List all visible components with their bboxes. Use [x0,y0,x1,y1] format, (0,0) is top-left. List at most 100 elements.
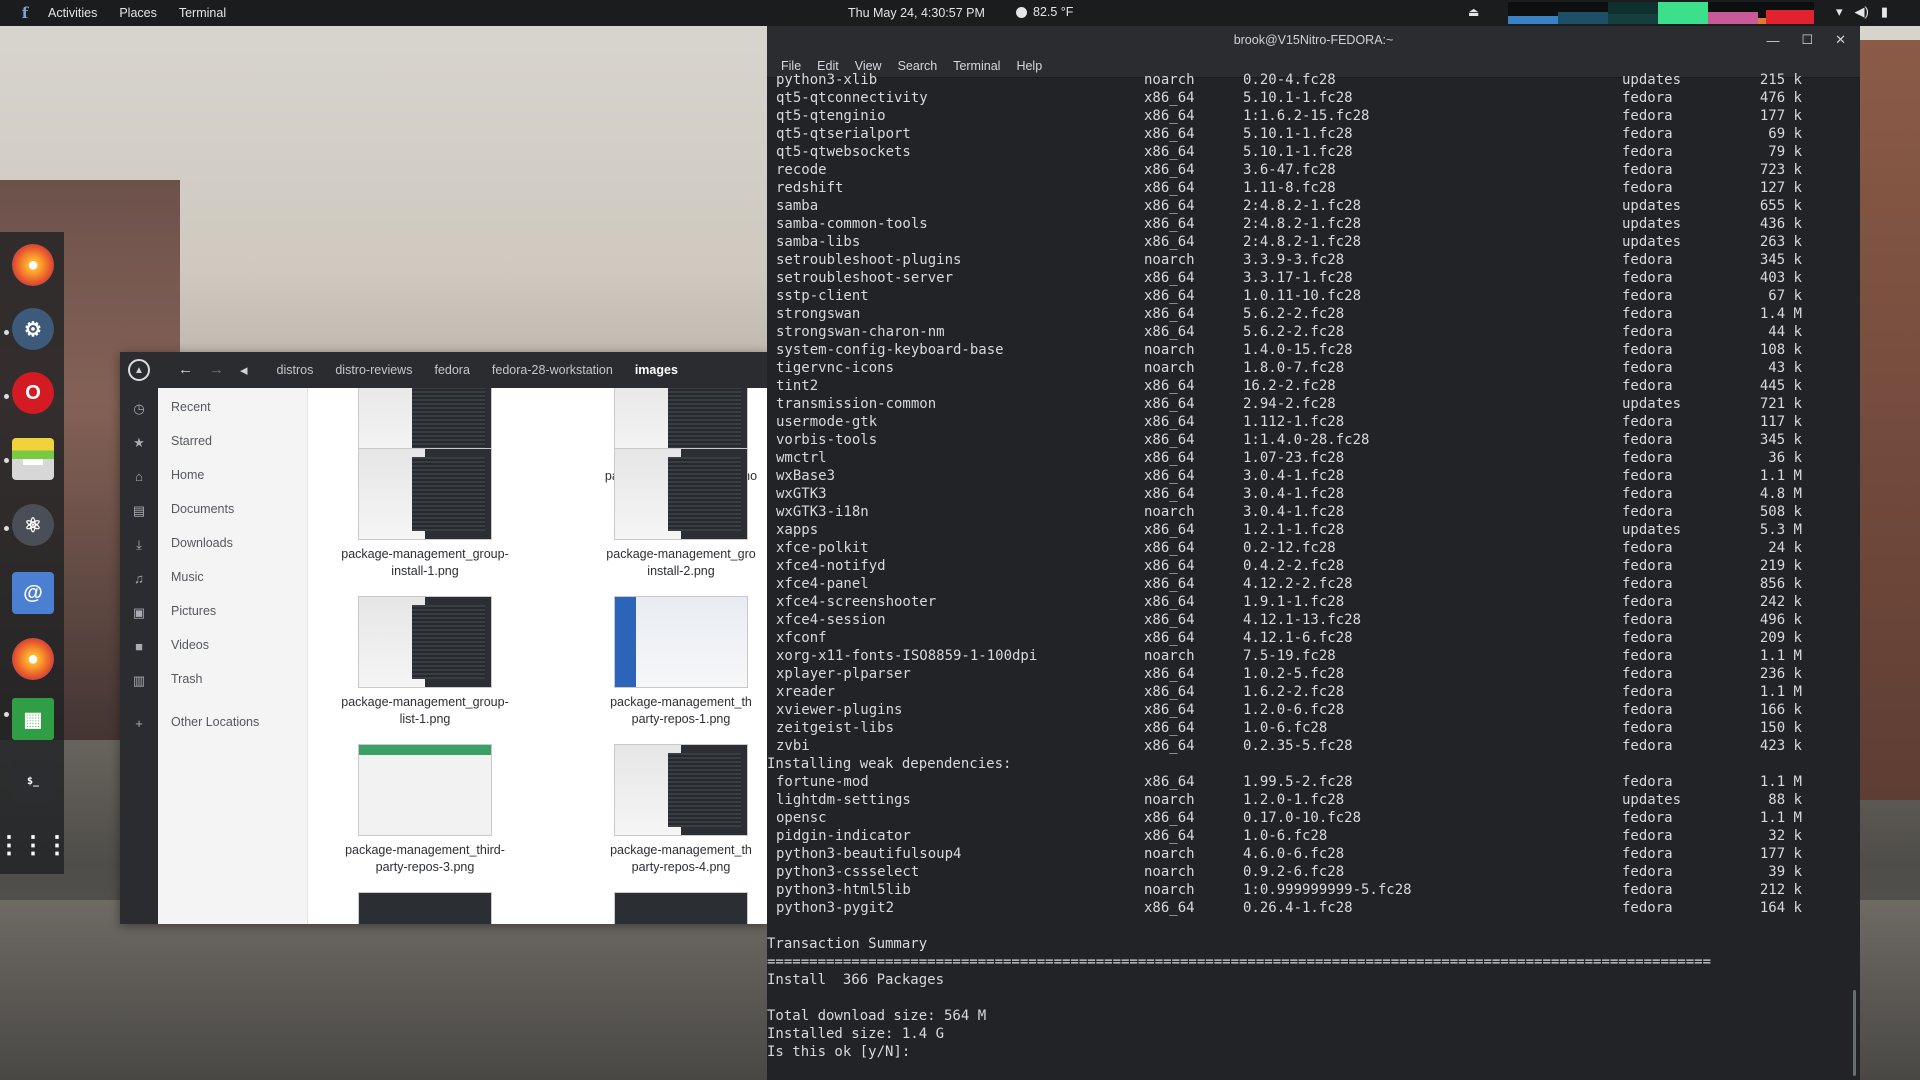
package-repo: fedora [1622,414,1673,430]
file-name[interactable]: package-management_third-party-repos-3.p… [325,842,525,876]
menu-search[interactable]: Search [898,59,938,73]
system-monitor-graph[interactable] [1508,2,1814,24]
dock-running-indicator [4,712,9,717]
firefox-icon[interactable]: ● [12,244,54,286]
file-thumbnail[interactable] [358,892,492,924]
sidebar-item[interactable]: Trash [171,672,203,686]
package-repo: updates [1622,234,1682,250]
close-icon[interactable]: ✕ [1835,32,1846,48]
menu-file[interactable]: File [781,59,801,73]
package-arch: x86_64 [1144,684,1195,700]
atom-icon[interactable]: ⚛ [12,504,54,546]
file-thumbnail[interactable] [614,744,748,836]
file-name[interactable]: package-management_group-list-1.png [325,694,525,728]
package-row: usermode-gtk x86_64 1.112-1.fc28 fedora 117 … [767,414,1860,432]
menu-help[interactable]: Help [1016,59,1042,73]
minimize-icon[interactable]: — [1766,33,1779,48]
menu-edit[interactable]: Edit [817,59,839,73]
package-arch: x86_64 [1144,144,1195,160]
spreadsheet-icon[interactable]: ▦ [12,698,54,740]
sidebar-item[interactable]: Videos [171,638,209,652]
breadcrumb-item[interactable]: distros [266,363,325,377]
breadcrumb-item[interactable]: images [624,363,689,377]
weather-indicator[interactable]: 82.5 °F [1016,5,1073,19]
package-size: 1.1 M [1759,684,1802,700]
package-size: 67 k [1768,288,1802,304]
sidebar-item[interactable]: Documents [171,502,234,516]
status-area[interactable]: ▾ ◀) ▮ [1836,4,1888,20]
package-size: 44 k [1768,324,1802,340]
package-name: python3-cssselect [776,864,920,880]
activities-button[interactable]: Activities [48,6,97,20]
file-name[interactable]: package-management_th party-repos-4.png [581,842,768,876]
package-size: 1.4 M [1759,306,1802,322]
package-row: xfce-polkit x86_64 0.2-12.fc28 fedora 24 k [767,540,1860,558]
eject-icon[interactable]: ⏏ [1468,5,1479,19]
breadcrumb-item[interactable]: fedora [423,363,480,377]
file-thumbnail[interactable] [358,744,492,836]
package-version: 3.0.4-1.fc28 [1243,504,1345,520]
package-row: sstp-client x86_64 1.0.11-10.fc28 fedora 67 … [767,288,1860,306]
package-row: xapps x86_64 1.2.1-1.fc28 updates 5.3 M [767,522,1860,540]
app-icon[interactable]: ▲ [120,352,158,388]
package-row: python3-html5lib noarch 1:0.999999999-5.fc… [767,882,1860,900]
file-thumbnail[interactable] [614,892,748,924]
package-repo: fedora [1622,738,1673,754]
dock-running-indicator [4,458,9,463]
opera-icon[interactable]: O [12,372,54,414]
sidebar-item[interactable]: Home [171,468,204,482]
package-row: qt5-qtconnectivity x86_64 5.10.1-1.fc28 fed… [767,90,1860,108]
package-name: xorg-x11-fonts-ISO8859-1-100dpi [776,648,1038,664]
scrollbar[interactable] [1853,990,1856,1076]
home-icon: ⌂ [135,469,143,484]
terminal-output[interactable]: python3-xlib noarch 0.20-4.fc28 updates 215 … [767,72,1860,1080]
fedora-logo-icon[interactable]: f [12,0,38,26]
terminal-icon[interactable]: $_ [12,760,54,802]
file-name[interactable]: package-management_th party-repos-1.png [581,694,768,728]
terminal-app-menu[interactable]: Terminal [179,6,226,20]
package-arch: x86_64 [1144,558,1195,574]
file-thumbnail[interactable] [614,596,748,688]
package-row: setroubleshoot-server x86_64 3.3.17-1.fc28… [767,270,1860,288]
sidebar-item[interactable]: Starred [171,434,212,448]
package-name: python3-pygit2 [776,900,895,916]
mail-icon[interactable]: @ [12,572,54,614]
package-size: 1.1 M [1759,648,1802,664]
file-thumbnail[interactable] [614,448,748,540]
settings-icon[interactable]: ⚙ [12,308,54,350]
package-version: 5.6.2-2.fc28 [1243,324,1345,340]
package-repo: updates [1622,792,1682,808]
package-row: xviewer-plugins x86_64 1.2.0-6.fc28 fedora 1… [767,702,1860,720]
package-repo: fedora [1622,558,1673,574]
forward-button[interactable]: → [209,361,224,379]
file-name-line: party-repos-3.png [375,860,475,874]
file-thumbnail[interactable] [358,448,492,540]
app-grid-icon[interactable]: ⋮⋮⋮ [0,824,69,866]
sidebar-item[interactable]: Music [171,570,204,584]
package-version: 3.0.4-1.fc28 [1243,468,1345,484]
clock[interactable]: Thu May 24, 4:30:57 PM [848,6,985,20]
sidebar-item[interactable]: Recent [171,400,211,414]
file-name[interactable]: package-management_group-install-1.png [325,546,525,580]
file-thumbnail[interactable] [358,596,492,688]
package-size: 219 k [1759,558,1802,574]
breadcrumb-left-button[interactable]: ◂ [240,361,248,379]
back-button[interactable]: ← [178,361,193,379]
firefox-developer-icon[interactable]: ● [12,638,54,680]
file-name[interactable]: package-management_gro install-2.png [581,546,768,580]
files-icon[interactable]: ▬ [12,438,54,480]
places-menu[interactable]: Places [119,6,157,20]
menu-view[interactable]: View [855,59,882,73]
menu-terminal[interactable]: Terminal [953,59,1000,73]
breadcrumb-item[interactable]: distro-reviews [324,363,423,377]
package-version: 4.6.0-6.fc28 [1243,846,1345,862]
maximize-icon[interactable]: ☐ [1801,32,1813,48]
sidebar-item[interactable]: Pictures [171,604,216,618]
sidebar-item[interactable]: Other Locations [171,715,259,729]
summary-title: Transaction Summary [767,936,928,952]
breadcrumb-item[interactable]: fedora-28-workstation [481,363,624,377]
package-arch: noarch [1144,882,1195,898]
package-name: tint2 [776,378,819,394]
package-row: xfconf x86_64 4.12.1-6.fc28 fedora 209 k [767,630,1860,648]
sidebar-item[interactable]: Downloads [171,536,233,550]
